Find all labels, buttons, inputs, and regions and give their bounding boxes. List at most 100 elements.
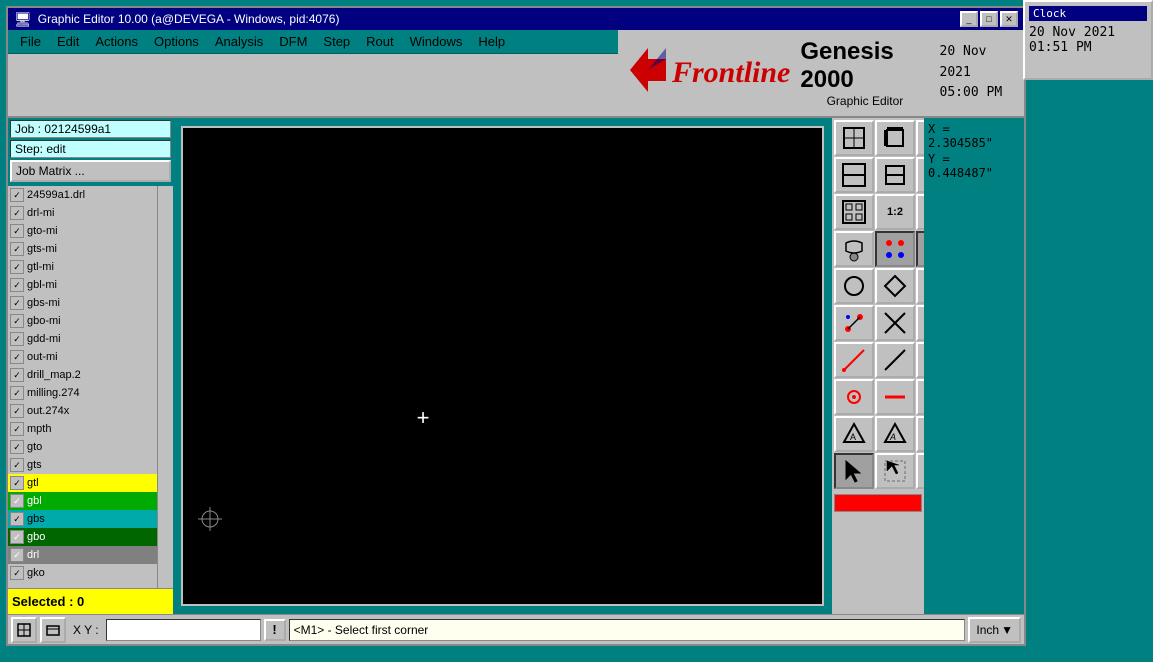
tool-layer-icon-button[interactable] [834,231,874,267]
layer-checkbox[interactable]: ✓ [10,242,24,256]
layer-item[interactable]: ✓gtl [8,474,157,492]
menu-rout[interactable]: Rout [358,32,401,51]
tool-resize-button[interactable] [916,379,924,415]
menu-analysis[interactable]: Analysis [207,32,271,51]
tool-zoom-out-button[interactable] [875,157,915,193]
exclamation-button[interactable]: ! [264,619,286,641]
tool-zoom-in-button[interactable] [834,157,874,193]
layer-checkbox[interactable]: ✓ [10,422,24,436]
menu-edit[interactable]: Edit [49,32,87,51]
layer-checkbox[interactable]: ✓ [10,350,24,364]
layer-item[interactable]: ✓gto-mi [8,222,157,240]
tool-area-select-button[interactable] [875,453,915,489]
layer-checkbox[interactable]: ✓ [10,206,24,220]
layer-item[interactable]: ✓out.274x [8,402,157,420]
tool-zoom-area-button[interactable] [875,120,915,156]
layer-checkbox[interactable]: ✓ [10,260,24,274]
tool-home-button[interactable] [916,120,924,156]
status-icon-btn-1[interactable] [11,617,37,643]
tool-dots-red-button[interactable] [875,231,915,267]
layer-name: gto [27,441,42,453]
layer-name: 24599a1.drl [27,189,85,201]
tool-help-button[interactable]: ? [916,194,924,230]
tool-line-button[interactable] [834,342,874,378]
layer-item[interactable]: ✓drill_map.2 [8,366,157,384]
color-swatch[interactable] [834,494,922,512]
vertical-scrollbar[interactable] [157,186,173,588]
layer-checkbox[interactable]: ✓ [10,332,24,346]
tool-pointer-button[interactable] [834,453,874,489]
layer-checkbox[interactable]: ✓ [10,548,24,562]
layer-checkbox[interactable]: ✓ [10,512,24,526]
layer-item[interactable]: ✓gbs-mi [8,294,157,312]
layer-item[interactable]: ✓gto [8,438,157,456]
layer-item[interactable]: ✓gbs [8,510,157,528]
layer-item[interactable]: ✓drl-mi [8,204,157,222]
menu-file[interactable]: File [12,32,49,51]
tool-circle-hollow-button[interactable] [834,268,874,304]
menu-dfm[interactable]: DFM [271,32,315,51]
layer-item[interactable]: ✓24599a1.drl [8,186,157,204]
tool-curve-button[interactable] [916,342,924,378]
close-button[interactable]: ✕ [1000,11,1018,27]
layer-item[interactable]: ✓gts [8,456,157,474]
layer-checkbox[interactable]: ✓ [10,530,24,544]
menu-actions[interactable]: Actions [87,32,146,51]
tool-text2-button[interactable]: A [875,416,915,452]
tool-text3-button[interactable] [916,416,924,452]
tool-wave-button[interactable] [916,268,924,304]
tool-pad-button[interactable] [834,379,874,415]
tool-minus-button[interactable] [875,379,915,415]
tool-select-button[interactable] [834,194,874,230]
layer-checkbox[interactable]: ✓ [10,368,24,382]
layer-checkbox[interactable]: ✓ [10,224,24,238]
layer-checkbox[interactable]: ✓ [10,494,24,508]
layer-item[interactable]: ✓milling.274 [8,384,157,402]
tool-point-button[interactable] [916,305,924,341]
tool-cross-button[interactable] [875,305,915,341]
layer-checkbox[interactable]: ✓ [10,458,24,472]
canvas[interactable]: + [181,126,824,606]
unit-button[interactable]: Inch ▼ [968,617,1021,643]
maximize-button[interactable]: □ [980,11,998,27]
tool-grid-dots-button[interactable] [916,231,924,267]
layer-item[interactable]: ✓out-mi [8,348,157,366]
layer-item[interactable]: ✓gbo-mi [8,312,157,330]
layer-item[interactable]: ✓gdd-mi [8,330,157,348]
layer-checkbox[interactable]: ✓ [10,404,24,418]
menu-help[interactable]: Help [470,32,513,51]
layer-item[interactable]: ✓gbl-mi [8,276,157,294]
minimize-button[interactable]: _ [960,11,978,27]
layer-item[interactable]: ✓gtl-mi [8,258,157,276]
layer-checkbox[interactable]: ✓ [10,188,24,202]
layer-item[interactable]: ✓mpth [8,420,157,438]
tool-ratio-button[interactable]: 1:2 [875,194,915,230]
layer-item[interactable]: ✓gbl [8,492,157,510]
tool-rotate-button[interactable] [916,157,924,193]
menu-options[interactable]: Options [146,32,207,51]
menu-windows[interactable]: Windows [402,32,471,51]
layer-checkbox[interactable]: ✓ [10,296,24,310]
status-icon-btn-2[interactable] [40,617,66,643]
layer-checkbox[interactable]: ✓ [10,314,24,328]
layer-item[interactable]: ✓drl [8,546,157,564]
layer-checkbox[interactable]: ✓ [10,440,24,454]
tool-nodes-button[interactable] [834,305,874,341]
job-matrix-button[interactable]: Job Matrix ... [10,160,171,182]
xy-input[interactable] [106,619,261,641]
tool-diamond-button[interactable] [875,268,915,304]
layer-item[interactable]: ✓gts-mi [8,240,157,258]
layer-list[interactable]: ✓24599a1.drl✓drl-mi✓gto-mi✓gts-mi✓gtl-mi… [8,186,173,588]
tool-deselect-button[interactable] [916,453,924,489]
layer-checkbox[interactable]: ✓ [10,476,24,490]
tool-line2-button[interactable] [875,342,915,378]
tool-fit-button[interactable] [834,120,874,156]
selected-bar: Selected : 0 [8,588,173,614]
tool-text1-button[interactable]: A [834,416,874,452]
menu-step[interactable]: Step [315,32,358,51]
layer-checkbox[interactable]: ✓ [10,566,24,580]
layer-checkbox[interactable]: ✓ [10,278,24,292]
layer-item[interactable]: ✓gbo [8,528,157,546]
layer-checkbox[interactable]: ✓ [10,386,24,400]
layer-item[interactable]: ✓gko [8,564,157,582]
